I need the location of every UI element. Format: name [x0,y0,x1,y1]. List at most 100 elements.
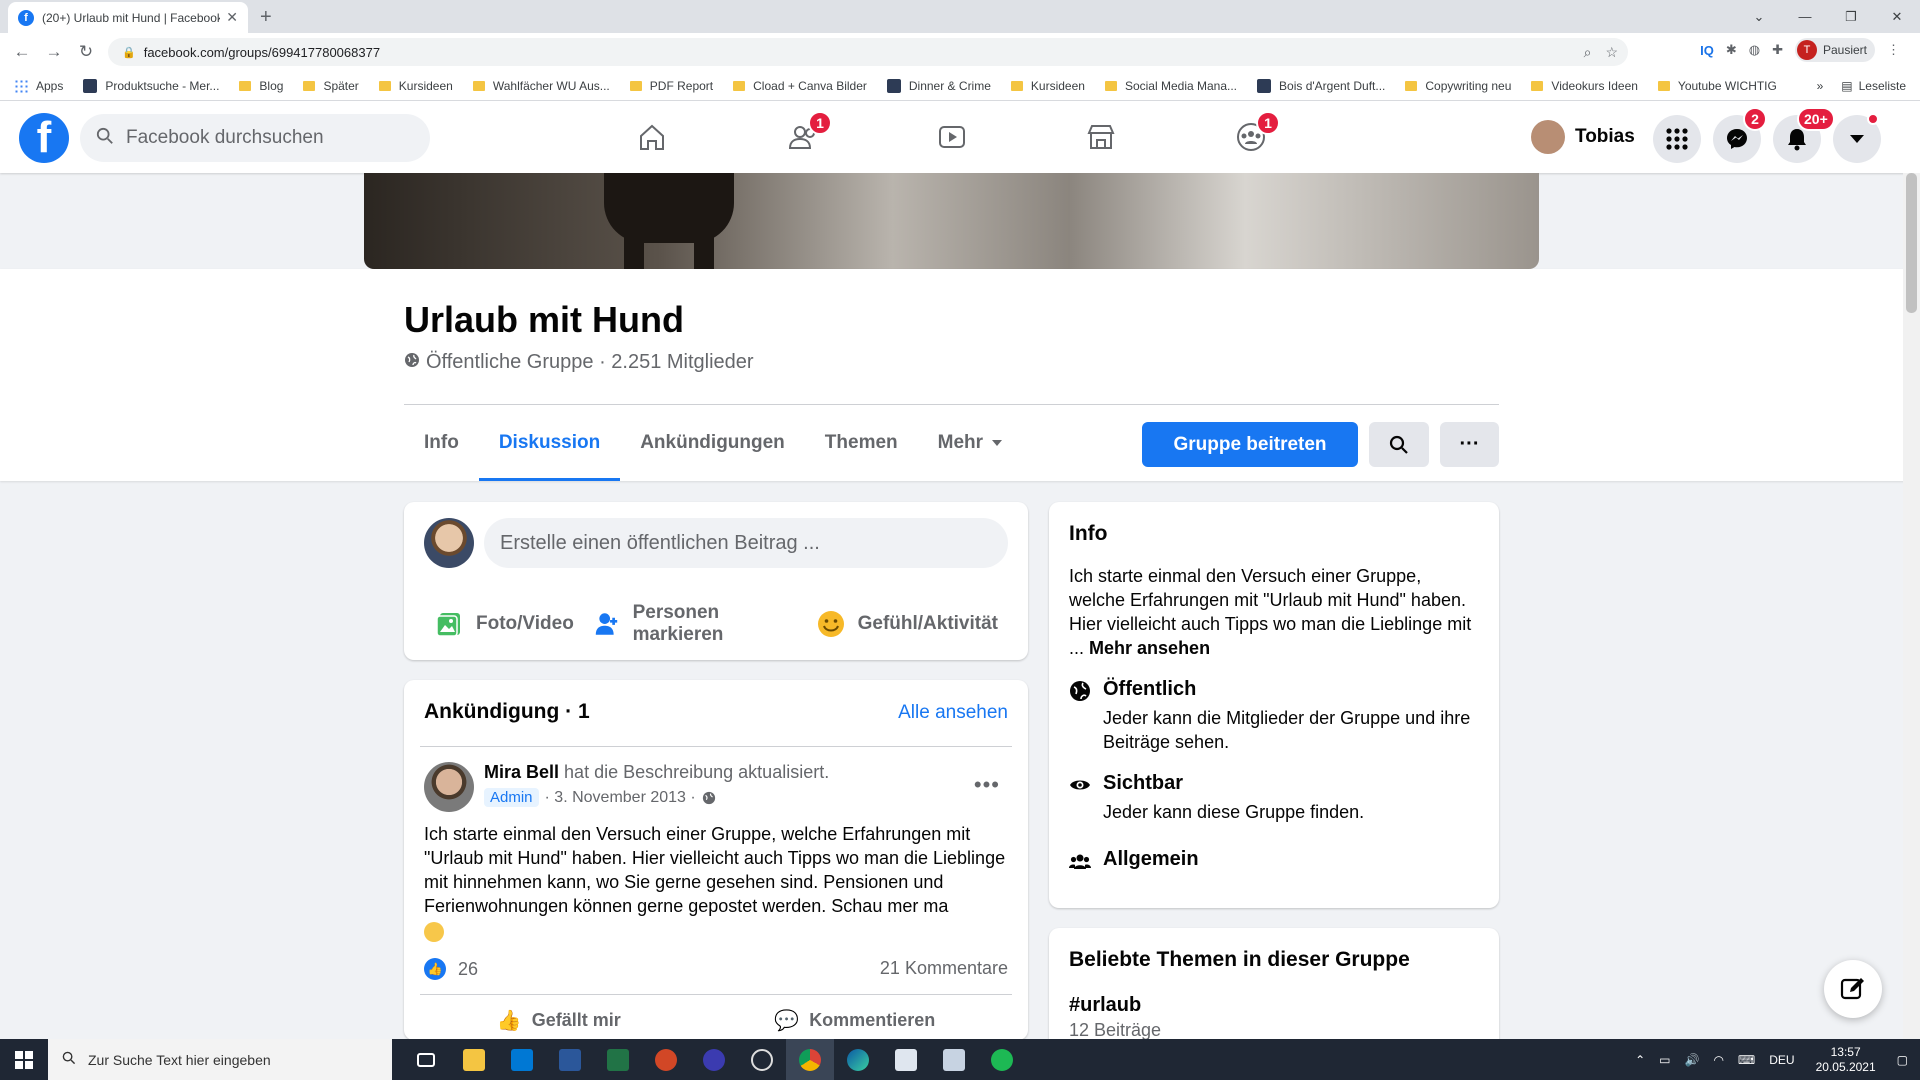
bookmark-item[interactable]: Videokurs Ideen [1531,79,1638,93]
tab-more[interactable]: Mehr [918,405,1023,480]
taskbar-app-edge[interactable] [834,1039,882,1080]
tab-discussion[interactable]: Diskussion [478,405,621,481]
bookmark-item[interactable]: Wahlfächer WU Aus... [472,79,610,93]
tab-search-icon[interactable]: ⌄ [1736,9,1782,25]
puzzle-icon[interactable]: ✚ [1772,42,1783,58]
back-icon[interactable]: ← [6,42,38,62]
avatar[interactable] [424,518,474,568]
profile-link[interactable]: Tobias [1531,117,1635,157]
tab-topics[interactable]: Themen [805,405,918,480]
bookmark-item[interactable]: Copywriting neu [1405,79,1511,93]
nav-friends[interactable]: 1 [748,101,858,173]
start-button[interactable] [0,1039,48,1080]
nav-marketplace[interactable] [1046,101,1156,173]
nav-home[interactable] [597,101,707,173]
show-hidden-icons[interactable]: ⌃ [1635,1053,1645,1067]
reactions-summary[interactable]: 👍 26 [424,958,478,980]
address-bar[interactable]: 🔒 facebook.com/groups/699417780068377 ⌕ … [108,38,1628,66]
new-tab-button[interactable]: + [260,6,272,29]
comment-button[interactable]: 💬 Kommentieren [774,1000,935,1040]
task-view-button[interactable] [402,1039,450,1080]
comments-count[interactable]: 21 Kommentare [880,958,1008,979]
bookmark-item[interactable]: Später [303,79,359,93]
taskbar-app-8[interactable] [882,1039,930,1080]
browser-tab[interactable]: f (20+) Urlaub mit Hund | Facebook ✕ [8,2,248,33]
group-more-button[interactable]: ··· [1440,422,1499,467]
bookmark-item[interactable]: Youtube WICHTIG [1657,79,1777,93]
close-tab-icon[interactable]: ✕ [226,9,238,26]
extension-icon[interactable]: ✱ [1726,42,1737,58]
post-date[interactable]: · 3. November 2013 · [545,789,696,807]
extension-circle-icon[interactable]: ◍ [1749,42,1760,58]
bookmark-item[interactable]: Cload + Canva Bilder [733,79,867,93]
author-name[interactable]: Mira Bell [484,762,559,782]
bookmark-item[interactable]: Produktsuche - Mer... [83,78,219,93]
profile-button[interactable]: T Pausiert [1794,38,1875,62]
group-title[interactable]: Urlaub mit Hund [404,299,684,341]
taskbar-app-word[interactable] [546,1039,594,1080]
feeling-activity-button[interactable]: Gefühl/Aktivität [806,602,1008,646]
clock[interactable]: 13:57 20.05.2021 [1816,1045,1876,1075]
battery-icon[interactable]: ▭ [1659,1053,1670,1067]
avatar[interactable] [424,762,474,812]
topic-tag[interactable]: #urlaub [1069,994,1141,1017]
tab-announcements[interactable]: Ankündigungen [620,405,805,480]
tag-people-button[interactable]: Personen markieren [584,602,806,646]
group-search-button[interactable] [1369,422,1429,467]
bookmarks-overflow[interactable]: » [1817,79,1824,93]
facebook-logo[interactable]: f [19,113,69,163]
taskbar-app-explorer[interactable] [450,1039,498,1080]
notification-center-icon[interactable]: ▢ [1897,1053,1908,1067]
nav-groups[interactable]: 1 [1196,101,1306,173]
bookmark-item[interactable]: Kursideen [378,79,453,93]
facebook-search[interactable]: Facebook durchsuchen [80,114,430,162]
bookmark-item[interactable]: Apps [14,78,63,93]
taskbar-search[interactable]: Zur Suche Text hier eingeben [48,1039,392,1080]
reload-icon[interactable]: ↻ [70,42,102,62]
account-button[interactable] [1833,113,1881,163]
network-icon[interactable]: ◠ [1713,1053,1723,1067]
menu-button[interactable] [1653,115,1701,163]
language-indicator[interactable]: DEU [1769,1053,1794,1067]
post-options-icon[interactable]: ••• [974,772,1000,798]
new-message-button[interactable] [1824,960,1882,1018]
bookmark-item[interactable]: Dinner & Crime [886,78,991,93]
bookmark-star-icon[interactable]: ☆ [1605,44,1618,61]
messenger-button[interactable]: 2 [1713,107,1767,163]
bookmark-item[interactable]: PDF Report [629,79,713,93]
keyboard-icon[interactable]: ⌨ [1738,1053,1755,1067]
scrollbar-thumb[interactable] [1906,173,1917,313]
taskbar-app-mail[interactable] [498,1039,546,1080]
taskbar-app-5[interactable] [690,1039,738,1080]
chrome-menu-icon[interactable]: ⋮ [1887,42,1900,58]
taskbar-app-powerpoint[interactable] [642,1039,690,1080]
nav-watch[interactable] [897,101,1007,173]
taskbar-app-chrome[interactable] [786,1039,834,1080]
notifications-button[interactable]: 20+ [1773,107,1835,163]
forward-icon[interactable]: → [38,42,70,62]
volume-icon[interactable]: 🔊 [1684,1053,1699,1067]
join-group-button[interactable]: Gruppe beitreten [1142,422,1358,467]
taskbar-app-9[interactable] [930,1039,978,1080]
bookmark-item[interactable]: Bois d'Argent Duft... [1257,78,1385,93]
see-more-link[interactable]: Mehr ansehen [1089,638,1210,658]
lock-icon[interactable]: 🔒 [122,46,136,59]
like-button[interactable]: 👍 Gefällt mir [497,1000,621,1040]
url-text[interactable]: facebook.com/groups/699417780068377 [144,45,380,60]
photo-video-button[interactable]: Foto/Video [424,602,584,646]
minimize-button[interactable]: — [1782,9,1828,24]
see-all-link[interactable]: Alle ansehen [898,702,1008,724]
create-post-input[interactable]: Erstelle einen öffentlichen Beitrag ... [484,518,1008,568]
bookmark-item[interactable]: Kursideen [1010,79,1085,93]
taskbar-app-spotify[interactable] [978,1039,1026,1080]
bookmark-item[interactable]: Social Media Mana... [1104,79,1237,93]
iq-extension-icon[interactable]: IQ [1700,43,1714,58]
taskbar-app-excel[interactable] [594,1039,642,1080]
tab-info[interactable]: Info [404,405,479,480]
restore-button[interactable]: ❐ [1828,9,1874,25]
taskbar-app-6[interactable] [738,1039,786,1080]
close-window-button[interactable]: ✕ [1874,9,1920,25]
bookmark-item[interactable]: Blog [239,79,283,93]
reading-list-button[interactable]: ▤ Leseliste [1841,79,1906,93]
zoom-icon[interactable]: ⌕ [1584,44,1592,61]
